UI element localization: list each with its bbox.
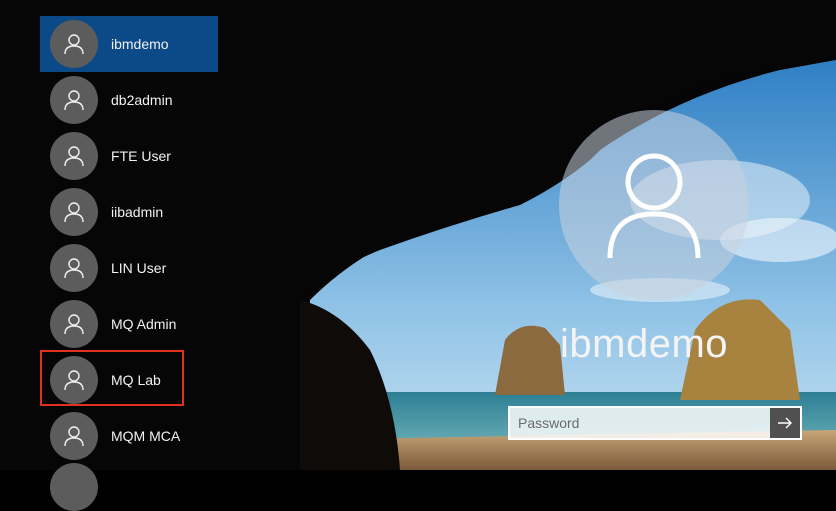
current-user-avatar <box>559 110 749 300</box>
user-avatar-icon <box>50 300 98 348</box>
user-avatar-icon <box>50 76 98 124</box>
user-list: ibmdemo db2admin FTE User iibadmin LIN U… <box>40 16 218 464</box>
user-avatar-icon <box>50 412 98 460</box>
user-name: MQM MCA <box>111 428 181 444</box>
user-avatar-icon <box>50 132 98 180</box>
user-item[interactable]: LIN User <box>40 240 218 296</box>
user-item[interactable]: iibadmin <box>40 184 218 240</box>
current-user-name: ibmdemo <box>560 322 729 366</box>
user-item[interactable]: db2admin <box>40 72 218 128</box>
arrow-right-icon <box>778 417 792 429</box>
user-avatar-icon <box>50 244 98 292</box>
user-item[interactable]: MQM MCA <box>40 408 218 464</box>
user-name: LIN User <box>111 260 167 276</box>
password-box <box>508 406 802 440</box>
user-name: MQ Admin <box>111 316 177 332</box>
user-name: db2admin <box>111 92 173 108</box>
user-avatar-icon <box>607 153 701 259</box>
user-item[interactable]: ibmdemo <box>40 16 218 72</box>
user-name: FTE User <box>111 148 171 164</box>
user-name: MQ Lab <box>111 372 161 388</box>
user-avatar-icon <box>50 20 98 68</box>
user-item[interactable]: FTE User <box>40 128 218 184</box>
user-avatar-icon <box>50 188 98 236</box>
user-name: ibmdemo <box>111 36 169 52</box>
user-name: iibadmin <box>111 204 164 220</box>
password-input[interactable] <box>510 408 770 438</box>
user-avatar-icon[interactable] <box>50 463 98 511</box>
user-item[interactable]: MQ Lab <box>40 352 218 408</box>
submit-button[interactable] <box>770 408 800 438</box>
user-item[interactable]: MQ Admin <box>40 296 218 352</box>
user-avatar-icon <box>50 356 98 404</box>
